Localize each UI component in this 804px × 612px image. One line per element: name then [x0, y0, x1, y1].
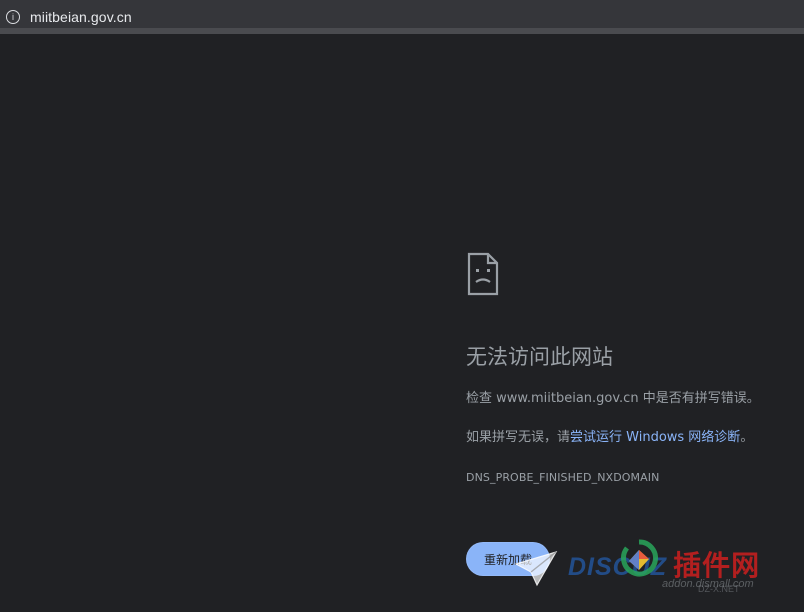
watermark-small-text: DZ-X.NET [698, 584, 740, 594]
diagnostics-message: 如果拼写无误，请尝试运行 Windows 网络诊断。 [466, 429, 753, 447]
address-bar: i miitbeian.gov.cn [0, 0, 804, 34]
diagnostics-prefix: 如果拼写无误，请 [466, 430, 571, 445]
browser-page: i miitbeian.gov.cn 无法访问此网站 检查 www.miitbe… [0, 0, 804, 612]
error-code: DNS_PROBE_FINISHED_NXDOMAIN [466, 471, 660, 484]
watermark: DISCUZ 插件网 addon.dismall.com [512, 532, 800, 602]
page-title: 无法访问此网站 [466, 345, 613, 369]
watermark-brand-cn: 插件网 [673, 549, 761, 582]
diagnostics-suffix: 。 [740, 430, 754, 445]
network-diagnostics-link[interactable]: 尝试运行 Windows 网络诊断 [570, 430, 740, 445]
url-text[interactable]: miitbeian.gov.cn [30, 9, 132, 25]
watermark-brand-latin: DISCUZ [568, 553, 668, 581]
url-area[interactable]: i miitbeian.gov.cn [0, 0, 132, 34]
watermark-logo-icon [621, 539, 658, 577]
sad-document-icon [467, 252, 499, 296]
spell-check-message: 检查 www.miitbeian.gov.cn 中是否有拼写错误。 [466, 391, 760, 406]
info-icon[interactable]: i [6, 10, 20, 24]
watermark-brand: DISCUZ 插件网 [568, 544, 760, 584]
reload-button[interactable]: 重新加载 [466, 542, 550, 576]
